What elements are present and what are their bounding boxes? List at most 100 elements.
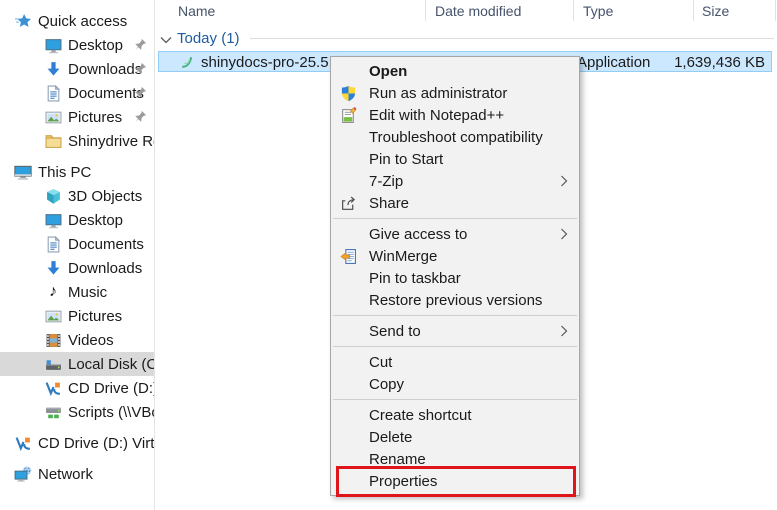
sidebar-item-label: Desktop: [68, 37, 123, 54]
music-note-icon: ♪: [44, 283, 62, 301]
sidebar-item-label: CD Drive (D:) VirtualB: [38, 435, 154, 452]
sidebar-item-cd-drive-d-root[interactable]: CD Drive (D:) VirtualB: [0, 431, 154, 455]
submenu-chevron-right-icon: [560, 228, 568, 240]
pin-icon[interactable]: [134, 86, 147, 99]
menu-item-label: Cut: [369, 354, 392, 371]
hard-drive-icon: [44, 355, 62, 373]
menu-item-label: Give access to: [369, 226, 467, 243]
column-separator[interactable]: [693, 0, 694, 21]
sidebar-item-shinydrive-resource[interactable]: Shinydrive Resource: [0, 129, 154, 153]
sidebar-item-desktop-qa[interactable]: Desktop: [0, 33, 154, 57]
picture-icon: [44, 108, 62, 126]
submenu-chevron-right-icon: [560, 325, 568, 337]
navigation-pane: Quick access Desktop Downloads Documents: [0, 0, 155, 510]
menu-item-send-to[interactable]: Send to: [331, 320, 579, 342]
shinydocs-logo-icon: [180, 55, 194, 69]
cube-icon: [44, 187, 62, 205]
menu-item-7zip[interactable]: 7-Zip: [331, 170, 579, 192]
column-header-name[interactable]: Name: [178, 3, 215, 19]
sidebar-item-label: Pictures: [68, 109, 122, 126]
column-header-date-modified[interactable]: Date modified: [435, 3, 521, 19]
menu-item-rename[interactable]: Rename: [331, 448, 579, 470]
menu-item-label: Properties: [369, 473, 437, 490]
menu-item-label: Run as administrator: [369, 85, 507, 102]
menu-item-open[interactable]: Open: [331, 60, 579, 82]
sidebar-item-desktop-pc[interactable]: Desktop: [0, 208, 154, 232]
sidebar-item-documents-pc[interactable]: Documents: [0, 232, 154, 256]
menu-item-label: Delete: [369, 429, 412, 446]
uac-shield-icon: [340, 85, 358, 102]
menu-separator: [333, 218, 577, 219]
sidebar-item-label: 3D Objects: [68, 188, 142, 205]
network-icon: [14, 465, 32, 483]
menu-item-label: Send to: [369, 323, 421, 340]
monitor-icon: [44, 36, 62, 54]
column-separator[interactable]: [775, 0, 776, 21]
column-header-size[interactable]: Size: [702, 3, 729, 19]
virtualbox-disc-icon: [14, 434, 32, 452]
sidebar-item-cd-drive-d[interactable]: CD Drive (D:) Virtua: [0, 376, 154, 400]
sidebar-item-label: Pictures: [68, 308, 122, 325]
sidebar-item-label: Network: [38, 466, 93, 483]
document-icon: [44, 84, 62, 102]
column-header-type[interactable]: Type: [583, 3, 613, 19]
folder-icon: [44, 132, 62, 150]
menu-item-run-as-administrator[interactable]: Run as administrator: [331, 82, 579, 104]
download-arrow-icon: [44, 259, 62, 277]
menu-item-copy[interactable]: Copy: [331, 373, 579, 395]
file-type: Application: [577, 54, 650, 71]
sidebar-item-scripts-vboxsvr[interactable]: Scripts (\\VBoxSvr): [0, 400, 154, 424]
menu-item-create-shortcut[interactable]: Create shortcut: [331, 404, 579, 426]
sidebar-item-local-disk-c[interactable]: Local Disk (C:): [0, 352, 154, 376]
menu-item-pin-to-taskbar[interactable]: Pin to taskbar: [331, 267, 579, 289]
sidebar-item-documents-qa[interactable]: Documents: [0, 81, 154, 105]
pin-icon[interactable]: [134, 110, 147, 123]
group-header-today[interactable]: Today (1): [158, 29, 774, 48]
film-icon: [44, 331, 62, 349]
sidebar-item-label: Music: [68, 284, 107, 301]
pin-icon[interactable]: [134, 62, 147, 75]
menu-item-label: Pin to taskbar: [369, 270, 461, 287]
sidebar-item-this-pc[interactable]: This PC: [0, 160, 154, 184]
menu-item-edit-with-notepad[interactable]: Edit with Notepad++: [331, 104, 579, 126]
menu-separator: [333, 315, 577, 316]
group-header-label: Today (1): [177, 30, 240, 47]
sidebar-item-network[interactable]: Network: [0, 462, 154, 486]
sidebar-item-label: Documents: [68, 236, 144, 253]
sidebar-item-pictures-pc[interactable]: Pictures: [0, 304, 154, 328]
submenu-chevron-right-icon: [560, 175, 568, 187]
menu-separator: [333, 399, 577, 400]
pin-icon[interactable]: [134, 38, 147, 51]
menu-separator: [333, 346, 577, 347]
menu-item-label: Share: [369, 195, 409, 212]
column-separator[interactable]: [425, 0, 426, 21]
sidebar-item-downloads-pc[interactable]: Downloads: [0, 256, 154, 280]
sidebar-item-music[interactable]: ♪ Music: [0, 280, 154, 304]
sidebar-item-label: Downloads: [68, 260, 142, 277]
sidebar-item-videos[interactable]: Videos: [0, 328, 154, 352]
menu-item-label: Restore previous versions: [369, 292, 542, 309]
menu-item-delete[interactable]: Delete: [331, 426, 579, 448]
sidebar-item-3d-objects[interactable]: 3D Objects: [0, 184, 154, 208]
column-separator[interactable]: [573, 0, 574, 21]
menu-item-give-access-to[interactable]: Give access to: [331, 223, 579, 245]
menu-item-troubleshoot-compatibility[interactable]: Troubleshoot compatibility: [331, 126, 579, 148]
sidebar-item-quick-access[interactable]: Quick access: [0, 9, 154, 33]
notepad-plus-plus-icon: [340, 107, 358, 124]
menu-item-label: Edit with Notepad++: [369, 107, 504, 124]
sidebar-item-label: Documents: [68, 85, 144, 102]
menu-item-label: Pin to Start: [369, 151, 443, 168]
menu-item-properties[interactable]: Properties: [331, 470, 579, 492]
chevron-down-icon[interactable]: [160, 34, 172, 46]
menu-item-label: Open: [369, 63, 407, 80]
sidebar-item-downloads-qa[interactable]: Downloads: [0, 57, 154, 81]
menu-item-pin-to-start[interactable]: Pin to Start: [331, 148, 579, 170]
network-drive-icon: [44, 403, 62, 421]
menu-item-restore-previous-versions[interactable]: Restore previous versions: [331, 289, 579, 311]
menu-item-cut[interactable]: Cut: [331, 351, 579, 373]
menu-item-share[interactable]: Share: [331, 192, 579, 214]
sidebar-item-pictures-qa[interactable]: Pictures: [0, 105, 154, 129]
menu-item-winmerge[interactable]: WinMerge: [331, 245, 579, 267]
menu-item-label: Troubleshoot compatibility: [369, 129, 543, 146]
virtualbox-disc-icon: [44, 379, 62, 397]
